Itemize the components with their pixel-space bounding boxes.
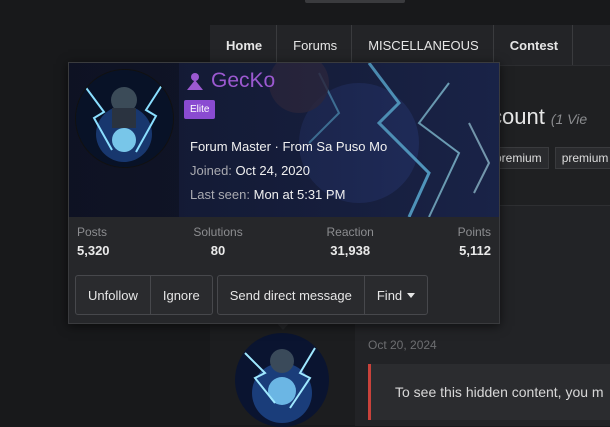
thread-views: (1 Vie [550,111,588,127]
top-bar-stub [305,0,405,3]
message-find-group: Send direct message Find [216,275,429,315]
find-dropdown-button[interactable]: Find [365,276,427,314]
tag-premium[interactable]: premium [554,147,610,169]
joined-label: Joined: [190,163,232,178]
thread-tags: premium premium [488,147,610,169]
hidden-content-text: To see this hidden content, you m [395,384,604,400]
breadcrumb: Home Forums MISCELLANEOUS Contest [210,25,610,66]
stat-label: Posts [77,224,108,239]
username-text: GecKo [211,69,276,92]
member-tooltip: GecKo Elite Forum Master · From Sa Puso … [68,62,500,324]
stat-reaction[interactable]: Reaction 31,938 [326,217,373,265]
stat-points[interactable]: Points 5,112 [458,217,491,265]
stat-label: Points [457,224,491,239]
stat-value: 5,320 [77,242,110,258]
member-actions: Unfollow Ignore Send direct message Find [75,275,429,315]
stat-value: 31,938 [330,242,371,258]
member-joined: Joined: Oct 24, 2020 [190,163,310,178]
hidden-content-notice: To see this hidden content, you m [368,364,610,420]
ignore-button[interactable]: Ignore [151,276,212,314]
breadcrumb-contest[interactable]: Contest [494,25,574,65]
caret-down-icon [407,292,416,298]
follow-ignore-group: Unfollow Ignore [75,275,213,315]
elite-badge: Elite [184,100,216,119]
member-last-seen: Last seen: Mon at 5:31 PM [190,187,345,202]
joined-value: Oct 24, 2020 [235,163,310,178]
stat-label: Reaction [326,224,374,239]
last-seen-label: Last seen: [190,187,250,202]
member-stats: Posts 5,320 Solutions 80 Reaction 31,938… [69,217,499,265]
stat-label: Solutions [193,224,243,239]
breadcrumb-miscellaneous[interactable]: MISCELLANEOUS [352,25,494,65]
unfollow-button[interactable]: Unfollow [76,276,151,314]
member-title: Forum Master · From Sa Puso Mo [190,139,388,154]
post-date[interactable]: Oct 20, 2024 [368,338,437,352]
breadcrumb-forums[interactable]: Forums [277,25,353,65]
breadcrumb-home[interactable]: Home [210,25,278,65]
stat-posts[interactable]: Posts 5,320 [77,217,110,265]
stat-value: 5,112 [459,242,491,258]
member-username[interactable]: GecKo [185,69,275,93]
last-seen-value: Mon at 5:31 PM [253,187,346,202]
stat-value: 80 [210,242,226,258]
find-label: Find [376,287,403,303]
member-avatar[interactable] [75,69,174,168]
user-rank-icon [187,73,203,90]
stat-solutions[interactable]: Solutions 80 [193,217,242,265]
post-avatar[interactable] [235,333,329,427]
send-message-button[interactable]: Send direct message [218,276,365,314]
